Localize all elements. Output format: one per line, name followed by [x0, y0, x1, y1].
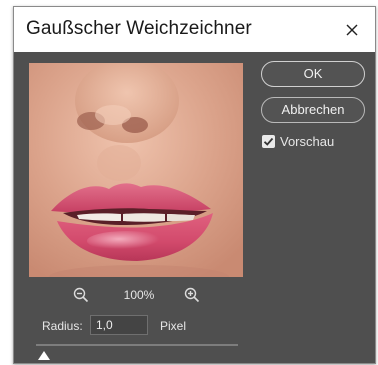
radius-control: Radius: Pixel	[42, 315, 262, 337]
close-button[interactable]	[329, 7, 375, 52]
radius-slider-track[interactable]	[36, 344, 238, 346]
lips-preview-illustration	[29, 63, 243, 277]
title-bar: Gaußscher Weichzeichner	[14, 7, 375, 52]
radius-label: Radius:	[42, 319, 83, 333]
preview-checkbox-row[interactable]: Vorschau	[262, 134, 362, 150]
close-icon	[346, 24, 358, 35]
zoom-level-label: 100%	[123, 288, 155, 302]
gaussian-blur-dialog: Gaußscher Weichzeichner 100% Radius: 1,0…	[13, 6, 376, 364]
zoom-out-icon	[73, 287, 89, 303]
zoom-in-button[interactable]	[183, 286, 201, 304]
ok-button[interactable]: OK	[261, 61, 365, 87]
zoom-out-button[interactable]	[72, 286, 90, 304]
checkmark-icon	[263, 137, 274, 146]
preview-checkbox-label: Vorschau	[280, 134, 335, 149]
radius-slider-thumb[interactable]	[38, 347, 51, 360]
radius-unit-label: Pixel	[160, 319, 187, 333]
zoom-in-icon	[184, 287, 200, 303]
preview-image[interactable]	[29, 63, 243, 277]
dialog-title: Gaußscher Weichzeichner	[26, 18, 252, 39]
radius-input[interactable]	[90, 315, 148, 335]
slider-thumb-icon	[38, 351, 51, 360]
zoom-controls: 100%	[29, 285, 243, 305]
cancel-button[interactable]: Abbrechen	[261, 97, 365, 123]
preview-checkbox[interactable]	[262, 135, 275, 148]
